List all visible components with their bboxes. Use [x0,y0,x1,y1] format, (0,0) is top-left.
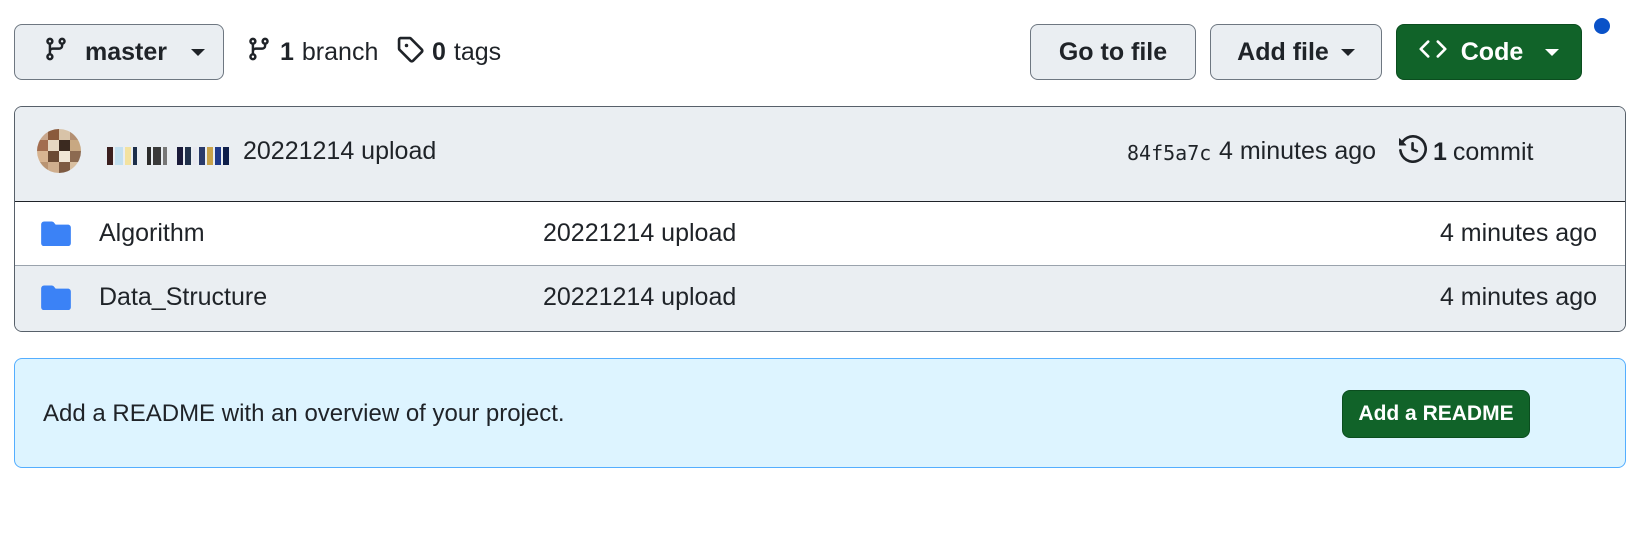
commit-author-redacted[interactable] [107,145,229,167]
chevron-down-icon [1545,48,1560,56]
branches-link[interactable]: 1 branch [246,24,378,80]
code-label: Code [1460,37,1524,66]
commit-message[interactable]: 20221214 upload [243,137,436,166]
add-file-label: Add file [1237,37,1329,66]
chevron-down-icon [1340,48,1355,56]
file-commit-message[interactable]: 20221214 upload [543,219,736,248]
file-commit-message[interactable]: 20221214 upload [543,283,736,312]
tags-count: 0 [432,37,446,66]
git-branch-icon [43,36,69,69]
file-name[interactable]: Data_Structure [99,283,267,312]
go-to-file-button[interactable]: Go to file [1030,24,1196,80]
list-item[interactable]: Algorithm 20221214 upload 4 minutes ago [15,202,1625,266]
branches-count: 1 [280,37,294,66]
file-time: 4 minutes ago [1439,219,1597,247]
branches-label: branch [301,37,379,66]
avatar[interactable] [37,129,81,173]
git-branch-icon [246,36,272,69]
file-listing: 20221214 upload 84f5a7c 4 minutes ago 1 … [14,106,1626,332]
file-name[interactable]: Algorithm [99,219,205,248]
branch-selector-button[interactable]: master [14,24,224,80]
latest-commit-row: 20221214 upload 84f5a7c 4 minutes ago 1 … [15,107,1625,202]
commit-sha[interactable]: 84f5a7c [1127,141,1211,165]
history-icon [1399,134,1428,170]
readme-message: Add a README with an overview of your pr… [43,400,565,427]
commit-count: 1 [1433,138,1447,166]
go-to-file-label: Go to file [1058,37,1168,66]
commit-label: commit [1452,138,1534,166]
list-item[interactable]: Data_Structure 20221214 upload 4 minutes… [15,266,1625,331]
code-icon [1419,35,1447,70]
code-button[interactable]: Code [1396,24,1582,80]
tags-link[interactable]: 0 tags [396,24,501,80]
folder-icon [41,284,71,315]
commit-history-link[interactable]: 1 commit [1399,134,1534,170]
repo-toolbar: master 1 branch 0 tags Go to file Add fi… [14,24,1626,80]
chevron-down-icon [191,48,205,56]
notification-dot [1594,18,1610,34]
folder-icon [41,220,71,251]
add-file-button[interactable]: Add file [1210,24,1382,80]
tags-label: tags [453,37,502,66]
add-readme-button[interactable]: Add a README [1342,390,1530,438]
commit-time[interactable]: 4 minutes ago [1219,137,1376,166]
readme-banner: Add a README with an overview of your pr… [14,358,1626,468]
branch-name: master [85,37,167,66]
tag-icon [396,35,424,70]
file-time: 4 minutes ago [1439,283,1597,311]
